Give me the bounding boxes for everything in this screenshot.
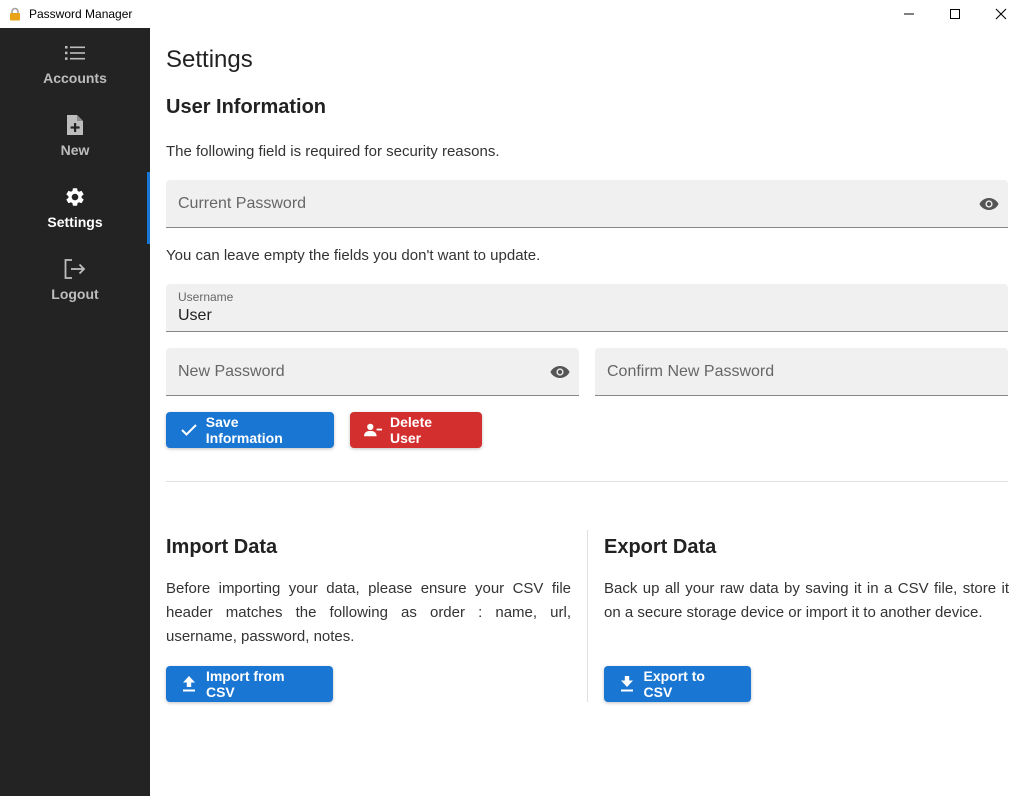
sidebar-item-accounts[interactable]: Accounts: [0, 28, 150, 100]
file-plus-icon: [66, 114, 84, 136]
sidebar-item-label: New: [60, 142, 90, 158]
maximize-button[interactable]: [932, 0, 978, 28]
sidebar-item-label: Settings: [47, 214, 103, 230]
window-title: Password Manager: [29, 7, 133, 21]
minimize-button[interactable]: [886, 0, 932, 28]
import-description: Before importing your data, please ensur…: [166, 580, 571, 645]
username-field[interactable]: Username User: [166, 284, 1008, 332]
remove-user-icon: [364, 421, 382, 439]
list-icon: [65, 42, 85, 64]
section-vertical-divider: [587, 530, 588, 702]
username-label: Username: [178, 290, 234, 304]
title-bar: Password Manager: [0, 0, 1024, 28]
username-value: User: [178, 307, 212, 324]
sidebar-item-settings[interactable]: Settings: [0, 172, 150, 244]
import-csv-button[interactable]: Import from CSV: [166, 666, 333, 702]
delete-user-button[interactable]: Delete User: [350, 412, 482, 448]
page-title: Settings: [166, 46, 253, 73]
section-divider: [166, 481, 1008, 482]
current-password-placeholder: Current Password: [178, 194, 307, 212]
export-data-heading: Export Data: [604, 536, 717, 558]
check-icon: [180, 421, 198, 439]
new-password-placeholder: New Password: [178, 362, 285, 380]
update-hint: You can leave empty the fields you don't…: [166, 247, 541, 264]
eye-icon[interactable]: [978, 193, 1000, 215]
import-csv-label: Import from CSV: [205, 668, 285, 700]
confirm-password-field[interactable]: Confirm New Password: [595, 348, 1008, 396]
logout-icon: [64, 258, 86, 280]
current-password-field[interactable]: Current Password: [166, 180, 1008, 228]
sidebar: Accounts New Settings Logout: [0, 28, 150, 796]
new-password-field[interactable]: New Password: [166, 348, 579, 396]
gear-icon: [64, 186, 86, 208]
download-icon: [618, 675, 636, 693]
save-information-label: Save Information: [205, 414, 283, 446]
export-csv-button[interactable]: Export to CSV: [604, 666, 751, 702]
close-button[interactable]: [978, 0, 1024, 28]
eye-icon[interactable]: [549, 361, 571, 383]
sidebar-item-label: Logout: [51, 286, 99, 302]
sidebar-item-label: Accounts: [43, 70, 107, 86]
sidebar-item-new[interactable]: New: [0, 100, 150, 172]
sidebar-item-logout[interactable]: Logout: [0, 244, 150, 316]
export-csv-label: Export to CSV: [643, 668, 705, 700]
required-hint: The following field is required for secu…: [166, 143, 500, 160]
delete-user-label: Delete User: [390, 414, 433, 446]
upload-icon: [180, 675, 198, 693]
export-description: Back up all your raw data by saving it i…: [604, 580, 1009, 621]
user-information-heading: User Information: [166, 96, 327, 118]
lock-icon: [8, 7, 22, 21]
confirm-password-placeholder: Confirm New Password: [607, 362, 775, 380]
save-information-button[interactable]: Save Information: [166, 412, 334, 448]
import-data-heading: Import Data: [166, 536, 278, 558]
